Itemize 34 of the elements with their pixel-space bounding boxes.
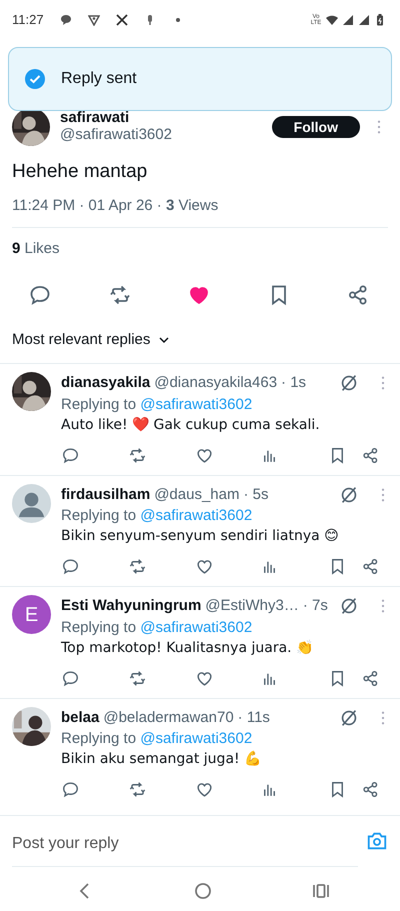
post-age: · 1s: [281, 373, 306, 393]
author-name: safirawati: [60, 110, 130, 126]
mention-link[interactable]: @safirawati3602: [140, 396, 252, 412]
reply-text: Bikin senyum-senyum sendiri liatnya 😊: [61, 527, 340, 546]
replying-to: Replying to @safirawati3602: [61, 618, 254, 638]
author-handle: @safirawati3602: [60, 126, 173, 144]
user-name: dianasyakila: [61, 373, 150, 393]
user-handle: @daus_ham: [154, 484, 240, 504]
post-text: Hehehe mantap: [11, 160, 148, 184]
reply-text: Top markotop! Kualitasnya juara. 👏: [61, 638, 314, 658]
reply-text: Bikin aku semangat juga! 💪: [61, 750, 262, 769]
replying-to: Replying to @safirawati3602: [61, 506, 254, 526]
follow-button[interactable]: Follow: [272, 116, 360, 138]
user-handle: @dianasyakila463: [154, 373, 278, 393]
mention-link[interactable]: @safirawati3602: [140, 507, 252, 524]
user-name: Esti Wahyuningrum: [61, 596, 202, 616]
post-meta: 11:24 PM · 01 Apr 26 · 3 Views: [11, 196, 220, 216]
post-age: · 5s: [243, 484, 268, 504]
user-name: belaa: [61, 708, 100, 728]
post-age: · 7s: [302, 596, 328, 616]
replying-to: Replying to @safirawati3602: [61, 394, 254, 414]
mention-link[interactable]: @safirawati3602: [140, 618, 252, 636]
likes-count: 9 Likes: [11, 239, 61, 259]
toast-message: Reply sent: [61, 69, 137, 89]
user-name: firdausilham: [61, 484, 150, 504]
user-handle: @EstiWhy3…: [205, 596, 299, 616]
sort-dropdown[interactable]: Most relevant replies: [0, 306, 184, 363]
reply-text: Auto like! ❤ Gak cukup cuma sekali.: [61, 416, 321, 434]
user-handle: @beladermawan70: [103, 708, 234, 728]
replying-to: Replying to @safirawati3602: [61, 729, 254, 749]
avatar-letter: E: [12, 595, 51, 634]
mention-link[interactable]: @safirawati3602: [140, 730, 252, 747]
post-age: · 11s: [238, 708, 270, 728]
status-time: 11:27: [12, 11, 44, 30]
